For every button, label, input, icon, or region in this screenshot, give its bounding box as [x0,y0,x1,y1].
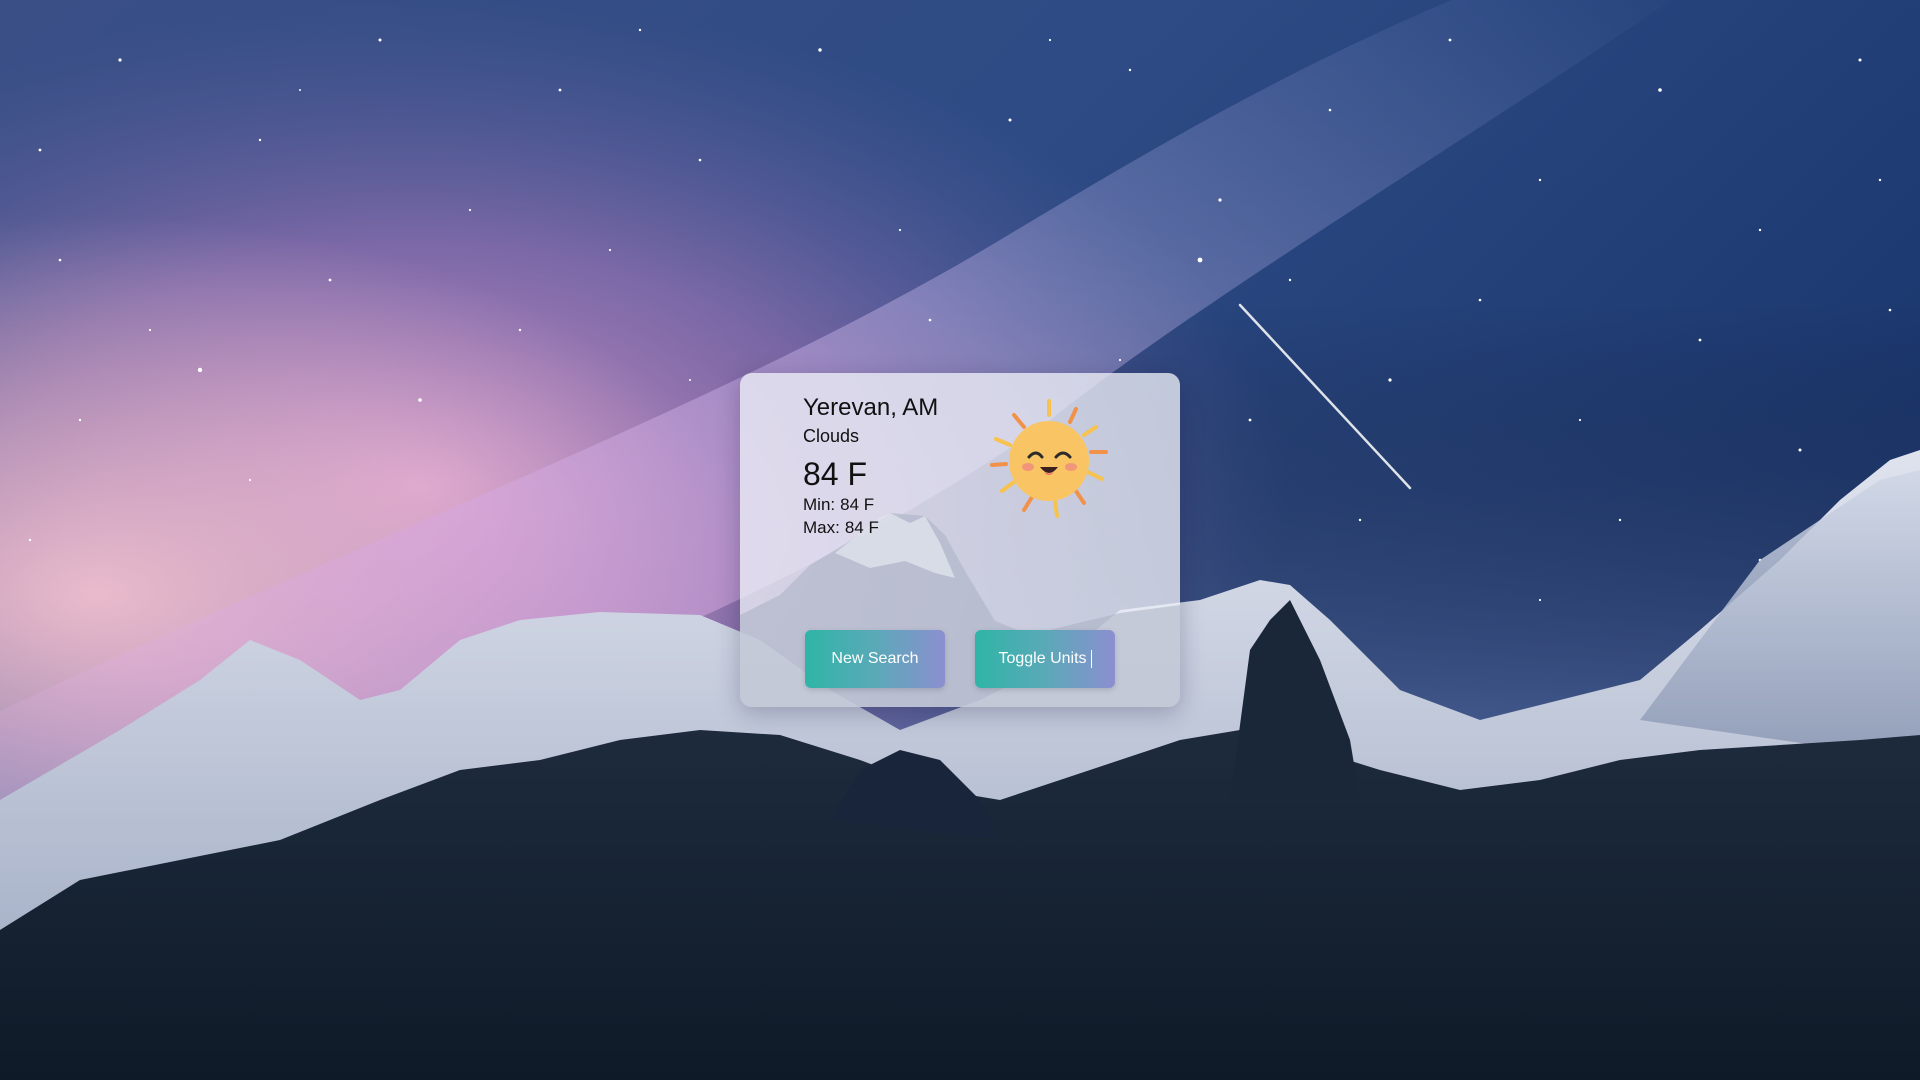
max-temperature-row: Max: 84 F [803,516,938,539]
weather-description: Clouds [803,426,860,446]
current-temperature: 84 F [803,456,868,492]
min-temperature-label: Min: [803,495,836,514]
toggle-units-label: Toggle Units [998,650,1087,668]
weather-card: Yerevan, AM Clouds 84 F Min: 84 F Max: 8… [740,373,1180,707]
new-search-button[interactable]: New Search [805,630,945,688]
text-cursor [1090,649,1092,668]
max-temperature-value: 84 F [844,518,879,537]
min-temperature-row: Min: 84 F [803,493,938,516]
toggle-units-button[interactable]: Toggle Units [975,630,1115,688]
new-search-label: New Search [831,650,919,667]
sun-smiling-icon [990,399,1108,518]
desktop-scene: Yerevan, AM Clouds 84 F Min: 84 F Max: 8… [0,0,1920,1080]
max-temperature-label: Max: [803,518,840,537]
weather-info: Yerevan, AM Clouds 84 F Min: 84 F Max: 8… [803,393,938,539]
min-temperature-value: 84 F [840,495,875,514]
city-name: Yerevan, AM [803,394,939,421]
